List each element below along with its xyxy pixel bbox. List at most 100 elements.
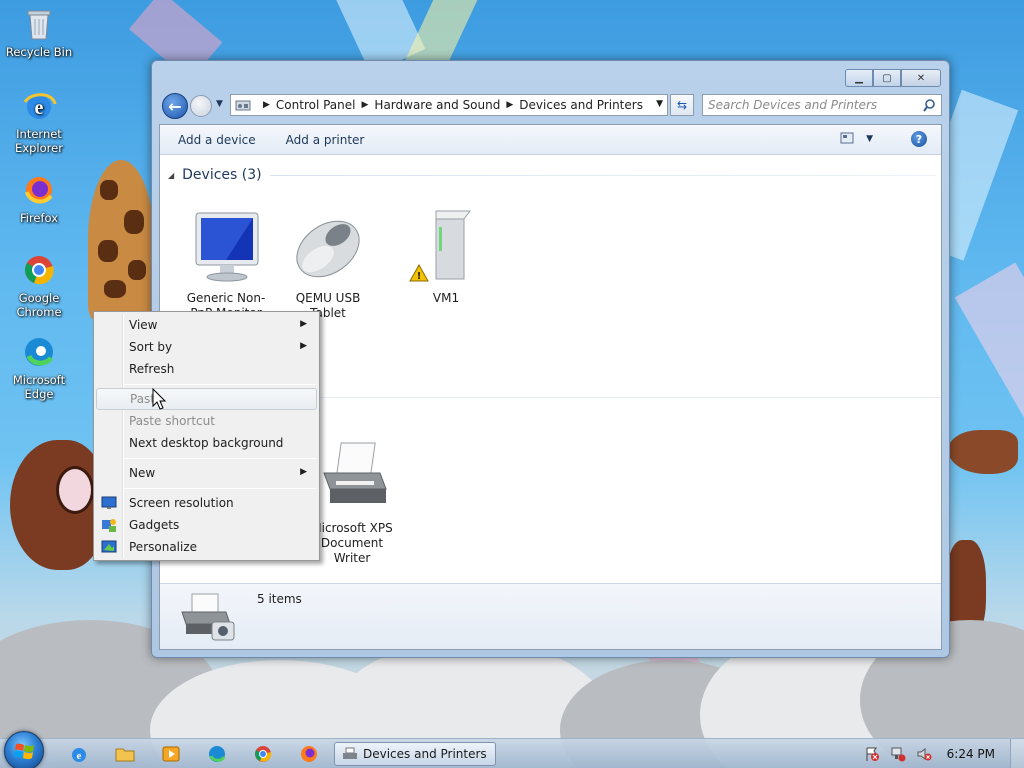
- network-icon[interactable]: [890, 746, 906, 765]
- address-bar[interactable]: ▶ Control Panel ▶ Hardware and Sound ▶ D…: [230, 94, 668, 116]
- search-box[interactable]: Search Devices and Printers: [702, 94, 942, 116]
- breadcrumb-separator: ▶: [263, 100, 270, 110]
- navigation-bar: ← ▼ ▶ Control Panel ▶ Hardware and Sound…: [160, 93, 942, 119]
- menu-item-view[interactable]: View ▶: [96, 314, 317, 336]
- help-icon[interactable]: ?: [911, 131, 927, 147]
- taskbar-internet-explorer-icon[interactable]: e: [68, 744, 90, 764]
- svg-text:e: e: [35, 97, 44, 119]
- taskbar-chrome-icon[interactable]: [252, 744, 274, 764]
- volume-muted-icon[interactable]: [916, 746, 932, 765]
- close-button[interactable]: ✕: [901, 69, 941, 87]
- svg-text:!: !: [417, 271, 422, 282]
- menu-item-refresh[interactable]: Refresh: [96, 358, 317, 380]
- windows-logo-icon: [14, 743, 34, 760]
- chevron-down-icon[interactable]: ▼: [866, 134, 873, 144]
- desktop-icon-google-chrome[interactable]: Google Chrome: [4, 252, 74, 319]
- action-center-flag-icon[interactable]: [864, 746, 880, 765]
- menu-item-next-desktop-background[interactable]: Next desktop background: [96, 432, 317, 454]
- taskbar-file-explorer-icon[interactable]: [114, 744, 136, 764]
- printer-icon: [312, 437, 392, 517]
- system-tray: [864, 746, 932, 765]
- desktop-icon-label: Microsoft Edge: [12, 373, 66, 401]
- personalize-icon: [101, 539, 117, 555]
- device-monitor[interactable]: Generic Non-PnP Monitor: [176, 207, 276, 321]
- mouse-icon: [288, 207, 368, 287]
- breadcrumb-hardware-and-sound[interactable]: Hardware and Sound: [374, 98, 500, 112]
- show-desktop-button[interactable]: [1010, 739, 1024, 768]
- svg-text:e: e: [77, 750, 82, 762]
- breadcrumb-separator[interactable]: ▶: [506, 100, 513, 110]
- menu-item-label: Next desktop background: [129, 436, 284, 450]
- taskbar-firefox-icon[interactable]: [298, 744, 320, 764]
- menu-item-gadgets[interactable]: Gadgets: [96, 514, 317, 536]
- desktop-icon-recycle-bin[interactable]: Recycle Bin: [4, 6, 74, 59]
- menu-item-paste[interactable]: Paste: [96, 388, 317, 410]
- desktop-icon-label: Recycle Bin: [5, 45, 73, 59]
- device-label: VM1: [432, 291, 460, 305]
- desktop-icon-label: Google Chrome: [16, 291, 62, 319]
- menu-item-label: Screen resolution: [129, 496, 234, 510]
- gadgets-icon: [101, 517, 117, 533]
- group-title: Devices (3): [182, 167, 262, 183]
- breadcrumb-control-panel[interactable]: Control Panel: [276, 98, 356, 112]
- devices-group-header[interactable]: ◢ Devices (3): [168, 164, 936, 186]
- clock[interactable]: 6:24 PM: [947, 747, 995, 761]
- mouse-cursor-icon: [152, 387, 167, 410]
- item-count: 5 items: [257, 592, 302, 606]
- menu-item-personalize[interactable]: Personalize: [96, 536, 317, 558]
- chevron-right-icon: ▶: [300, 319, 307, 329]
- menu-item-label: Personalize: [129, 540, 198, 554]
- menu-item-paste-shortcut[interactable]: Paste shortcut: [96, 410, 317, 432]
- edge-icon: [21, 334, 57, 370]
- menu-item-sort-by[interactable]: Sort by ▶: [96, 336, 317, 358]
- recycle-bin-icon: [21, 6, 57, 42]
- menu-item-new[interactable]: New ▶: [96, 462, 317, 484]
- desktop-context-menu: View ▶ Sort by ▶ Refresh Paste Paste sho…: [93, 311, 320, 561]
- monitor-icon: [186, 207, 266, 287]
- desktop-icon-label: Firefox: [19, 211, 59, 225]
- menu-separator: [124, 384, 316, 385]
- chevron-right-icon: ▶: [300, 467, 307, 477]
- back-button[interactable]: ←: [162, 93, 188, 119]
- search-placeholder: Search Devices and Printers: [708, 98, 878, 112]
- add-printer-button[interactable]: Add a printer: [286, 133, 365, 147]
- minimize-button[interactable]: ▁: [845, 69, 873, 87]
- chrome-icon: [21, 252, 57, 288]
- taskbar: e Devices and Printers 6:24 PM: [0, 731, 1024, 768]
- details-pane: 5 items: [160, 583, 941, 649]
- caption-buttons: ▁ ▢ ✕: [845, 69, 941, 87]
- menu-item-label: New: [129, 466, 156, 480]
- chevron-down-icon[interactable]: ▼: [656, 99, 663, 109]
- breadcrumb-devices-and-printers[interactable]: Devices and Printers: [519, 98, 643, 112]
- chevron-right-icon: ▶: [300, 341, 307, 351]
- devices-and-printers-icon: [178, 592, 238, 644]
- device-vm1[interactable]: ! VM1: [396, 207, 496, 306]
- search-icon[interactable]: [922, 98, 936, 115]
- desktop-icon-label: Internet Explorer: [15, 127, 63, 155]
- start-button[interactable]: [4, 731, 44, 768]
- desktop-icon-internet-explorer[interactable]: e Internet Explorer: [4, 88, 74, 155]
- arrow-left-icon: ←: [168, 96, 182, 116]
- device-label: Microsoft XPS Document Writer: [311, 521, 393, 565]
- desktop-icon-microsoft-edge[interactable]: Microsoft Edge: [4, 334, 74, 401]
- screen-resolution-icon: [101, 495, 117, 511]
- view-options-icon[interactable]: [840, 132, 854, 147]
- taskbar-edge-icon[interactable]: [206, 744, 228, 764]
- breadcrumb-separator[interactable]: ▶: [362, 100, 369, 110]
- desktop-icon-firefox[interactable]: Firefox: [4, 172, 74, 225]
- refresh-button[interactable]: ⇆: [670, 94, 694, 116]
- menu-item-label: Sort by: [129, 340, 173, 354]
- taskbar-devices-and-printers-button[interactable]: Devices and Printers: [334, 742, 496, 766]
- command-bar: Add a device Add a printer ▼ ?: [160, 125, 941, 155]
- firefox-icon: [21, 172, 57, 208]
- collapse-triangle-icon[interactable]: ◢: [168, 171, 174, 180]
- recent-pages-dropdown[interactable]: ▼: [216, 99, 223, 109]
- taskbar-media-player-icon[interactable]: [160, 744, 182, 764]
- menu-item-label: Refresh: [129, 362, 175, 376]
- add-device-button[interactable]: Add a device: [178, 133, 256, 147]
- menu-item-screen-resolution[interactable]: Screen resolution: [96, 492, 317, 514]
- forward-button[interactable]: [190, 95, 212, 117]
- device-qemu-usb-tablet[interactable]: QEMU USB Tablet: [278, 207, 378, 321]
- menu-item-label: View: [129, 318, 158, 332]
- maximize-button[interactable]: ▢: [873, 69, 901, 87]
